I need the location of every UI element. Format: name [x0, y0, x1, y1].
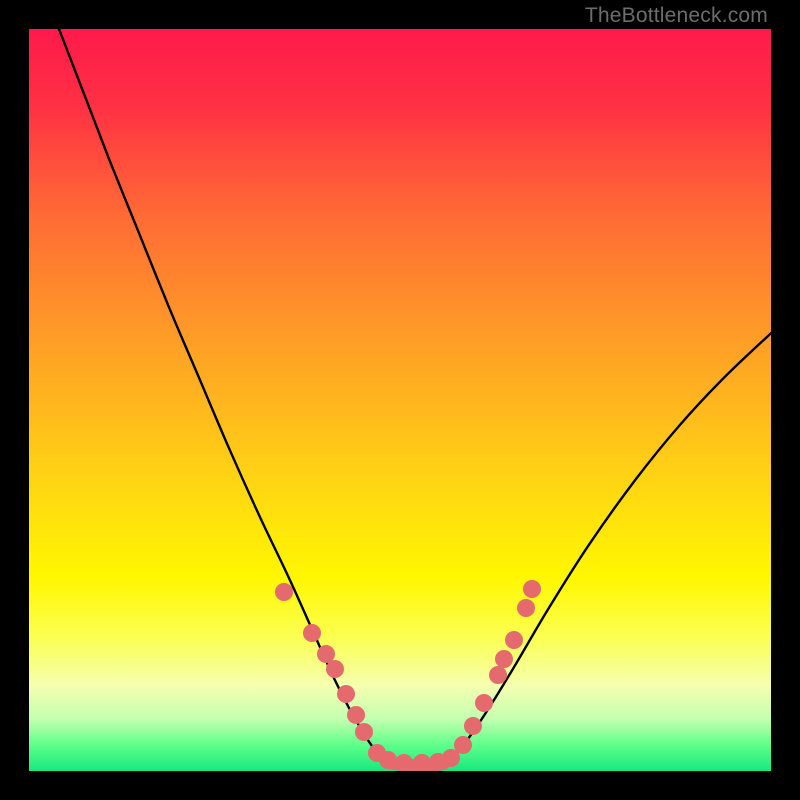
- marker-dot: [464, 717, 482, 735]
- chart-frame: TheBottleneck.com: [0, 0, 800, 800]
- attribution-text: TheBottleneck.com: [585, 4, 768, 28]
- marker-dot: [523, 580, 541, 598]
- marker-dot: [475, 694, 493, 712]
- marker-dot: [347, 706, 365, 724]
- marker-dot: [275, 583, 293, 601]
- marker-dot: [454, 736, 472, 754]
- marker-dot: [517, 599, 535, 617]
- marker-dot: [395, 754, 413, 771]
- marker-dot: [489, 666, 507, 684]
- curve-layer: [29, 29, 771, 771]
- marker-dot: [505, 631, 523, 649]
- marker-dot: [326, 660, 344, 678]
- marker-dot: [355, 723, 373, 741]
- curve-right-branch: [444, 333, 771, 763]
- marker-dot: [495, 650, 513, 668]
- marker-dot: [337, 685, 355, 703]
- curve-left-branch: [59, 29, 392, 764]
- marker-dot: [317, 645, 335, 663]
- marker-dot: [303, 624, 321, 642]
- marker-dot: [413, 754, 431, 771]
- marker-group: [275, 580, 541, 771]
- plot-area: [29, 29, 771, 771]
- marker-dot: [379, 751, 397, 769]
